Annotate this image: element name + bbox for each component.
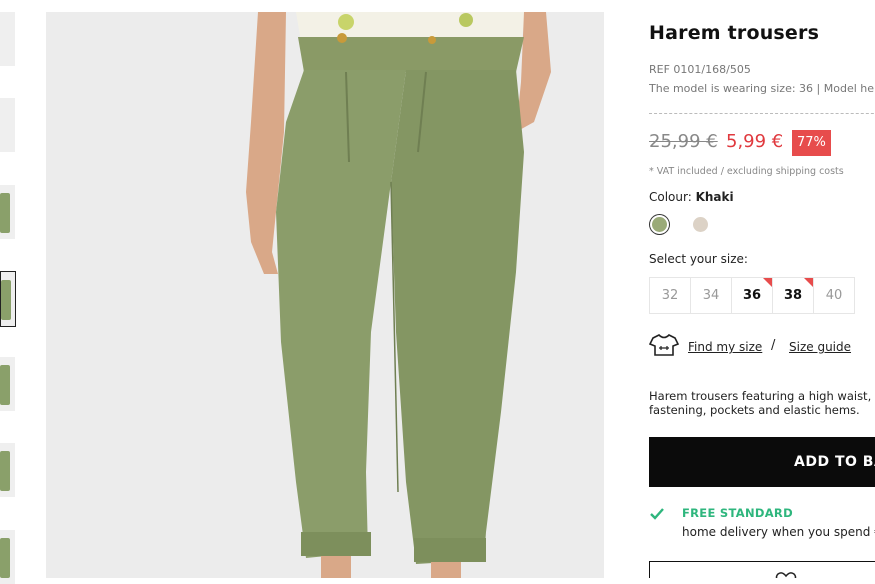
colour-label: Colour: Khaki: [649, 190, 734, 204]
tshirt-icon: [649, 334, 679, 356]
thumbnail-trousers-image: [0, 451, 10, 491]
trousers-illustration: [46, 12, 604, 578]
thumbnail-7[interactable]: [0, 530, 15, 584]
low-stock-marker: [804, 278, 813, 287]
colour-value: Khaki: [695, 190, 734, 204]
size-option-label: 40: [825, 288, 843, 303]
vat-note: * VAT included / excluding shipping cost…: [649, 166, 844, 177]
divider: [649, 113, 875, 114]
size-selector: 32 34 36 38 40: [649, 277, 855, 314]
thumbnail-3[interactable]: [0, 185, 15, 239]
size-option[interactable]: 36: [731, 277, 773, 314]
heart-icon: [775, 572, 797, 578]
product-main-image[interactable]: [46, 12, 604, 578]
size-option-label: 32: [661, 288, 679, 303]
thumbnail-1[interactable]: [0, 12, 15, 66]
size-option[interactable]: 32: [649, 277, 691, 314]
old-price: 25,99 €: [649, 131, 718, 152]
thumbnail-trousers-image: [0, 538, 10, 578]
size-label: Select your size:: [649, 252, 748, 266]
free-shipping-text: home delivery when you spend €: [682, 525, 875, 539]
size-option-label: 36: [742, 288, 762, 303]
size-option-label: 34: [702, 288, 720, 303]
colour-swatch-beige[interactable]: [693, 217, 708, 232]
product-description: Harem trousers featuring a high waist, z…: [649, 389, 875, 417]
thumbnail-2[interactable]: [0, 98, 15, 152]
thumbnail-trousers-image: [0, 365, 10, 405]
colour-label-text: Colour:: [649, 190, 696, 204]
sale-price: 5,99 €: [726, 131, 784, 152]
size-option-label: 38: [783, 288, 803, 303]
size-guide-link[interactable]: Size guide: [789, 340, 851, 354]
size-option[interactable]: 38: [772, 277, 814, 314]
low-stock-marker: [763, 278, 772, 287]
size-help-row: Find my size / Size guide: [649, 333, 875, 359]
discount-badge: 77%: [792, 130, 831, 156]
add-to-basket-button[interactable]: ADD TO BASKET: [649, 437, 875, 487]
thumbnail-4-selected[interactable]: [0, 271, 16, 327]
find-my-size-link[interactable]: Find my size: [688, 340, 762, 354]
check-icon: [650, 508, 664, 520]
wishlist-button[interactable]: [649, 561, 875, 578]
product-ref: REF 0101/168/505: [649, 63, 751, 76]
thumbnail-6[interactable]: [0, 443, 15, 497]
colour-swatch-khaki[interactable]: [652, 217, 667, 232]
product-info-panel: Harem trousers REF 0101/168/505 The mode…: [649, 0, 875, 578]
product-title: Harem trousers: [649, 22, 820, 44]
model-info: The model is wearing size: 36 | Model he…: [649, 82, 875, 95]
link-separator: /: [771, 338, 776, 353]
size-option[interactable]: 34: [690, 277, 732, 314]
thumbnail-strip: [0, 0, 16, 584]
size-option[interactable]: 40: [813, 277, 855, 314]
thumbnail-trousers-image: [0, 193, 10, 233]
thumbnail-trousers-image: [1, 280, 11, 320]
free-shipping-title: FREE STANDARD: [682, 506, 793, 520]
thumbnail-5[interactable]: [0, 357, 15, 411]
